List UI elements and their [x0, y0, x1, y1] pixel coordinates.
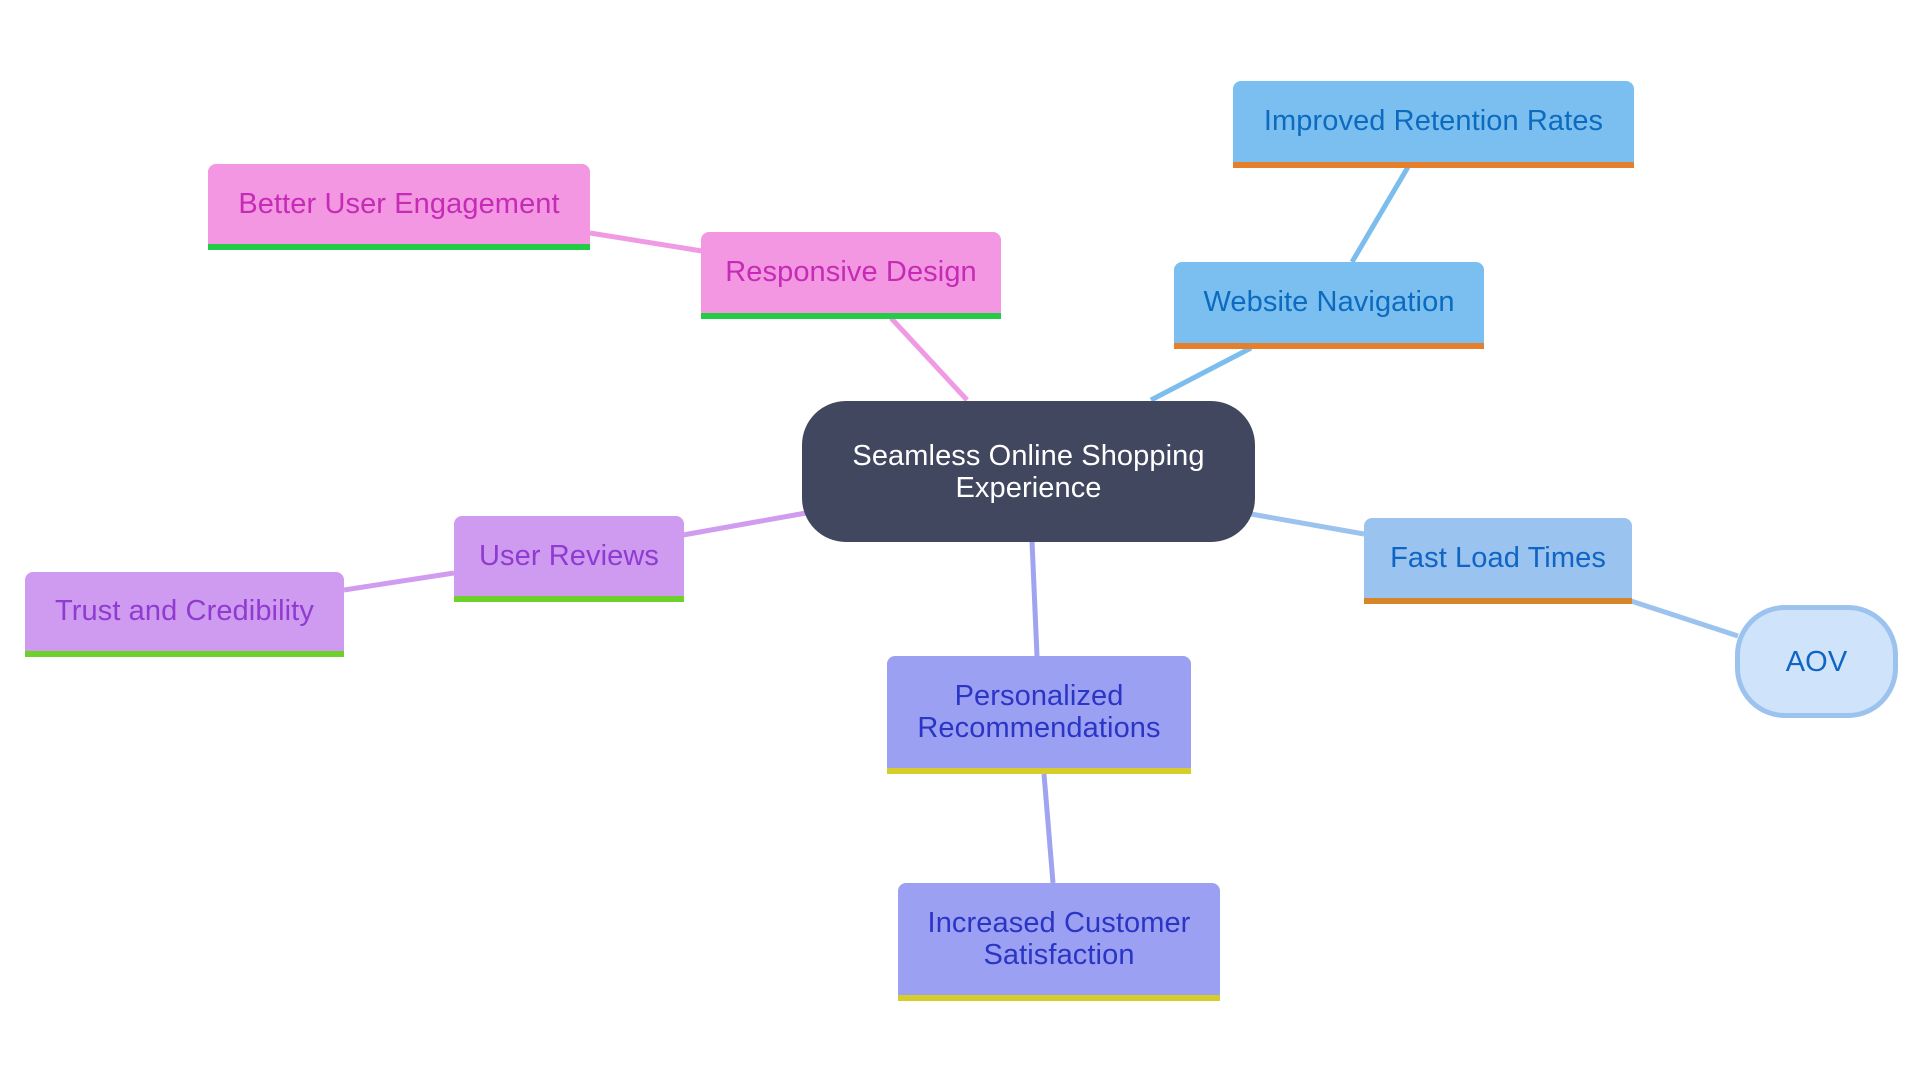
- edge-personalized-increased: [1041, 773, 1056, 884]
- edge-fast-aov: [1630, 598, 1739, 639]
- node-label: Improved Retention Rates: [1263, 105, 1604, 137]
- node-underline: [898, 995, 1220, 1001]
- node-reviews[interactable]: User Reviews: [454, 516, 684, 602]
- node-underline: [1233, 162, 1634, 168]
- node-label: User Reviews: [478, 539, 660, 572]
- node-label: Trust and Credibility: [55, 595, 314, 627]
- node-label: Better User Engagement: [238, 187, 560, 220]
- node-underline: [454, 596, 684, 602]
- node-aov[interactable]: AOV: [1735, 605, 1898, 718]
- node-underline: [701, 313, 1001, 319]
- node-label: Personalized Recommendations: [917, 679, 1161, 744]
- edge-responsive-better: [589, 230, 703, 254]
- edge-root-fast: [1250, 511, 1365, 537]
- node-fast[interactable]: Fast Load Times: [1364, 518, 1632, 604]
- node-increased[interactable]: Increased Customer Satisfaction: [898, 883, 1220, 1001]
- node-label: Increased Customer Satisfaction: [927, 906, 1191, 971]
- edge-root-reviews: [682, 510, 807, 538]
- node-underline: [887, 768, 1191, 774]
- node-website[interactable]: Website Navigation: [1174, 262, 1484, 349]
- edge-root-responsive: [889, 316, 969, 402]
- node-label: Fast Load Times: [1390, 541, 1606, 574]
- edge-root-website: [1149, 345, 1253, 403]
- node-label: Website Navigation: [1203, 286, 1455, 318]
- edge-root-personalized: [1029, 540, 1040, 657]
- node-underline: [25, 651, 344, 657]
- node-underline: [1174, 343, 1484, 349]
- node-label: Seamless Online Shopping Experience: [852, 439, 1205, 504]
- node-personalized[interactable]: Personalized Recommendations: [887, 656, 1191, 774]
- node-label: AOV: [1785, 645, 1848, 678]
- edge-website-improved: [1349, 165, 1411, 264]
- node-trust[interactable]: Trust and Credibility: [25, 572, 344, 657]
- node-root[interactable]: Seamless Online Shopping Experience: [802, 401, 1255, 542]
- node-improved[interactable]: Improved Retention Rates: [1233, 81, 1634, 168]
- edge-reviews-trust: [343, 570, 455, 593]
- node-better[interactable]: Better User Engagement: [208, 164, 590, 250]
- node-responsive[interactable]: Responsive Design: [701, 232, 1001, 319]
- node-underline: [208, 244, 590, 250]
- node-label: Responsive Design: [725, 256, 977, 288]
- node-underline: [1364, 598, 1632, 604]
